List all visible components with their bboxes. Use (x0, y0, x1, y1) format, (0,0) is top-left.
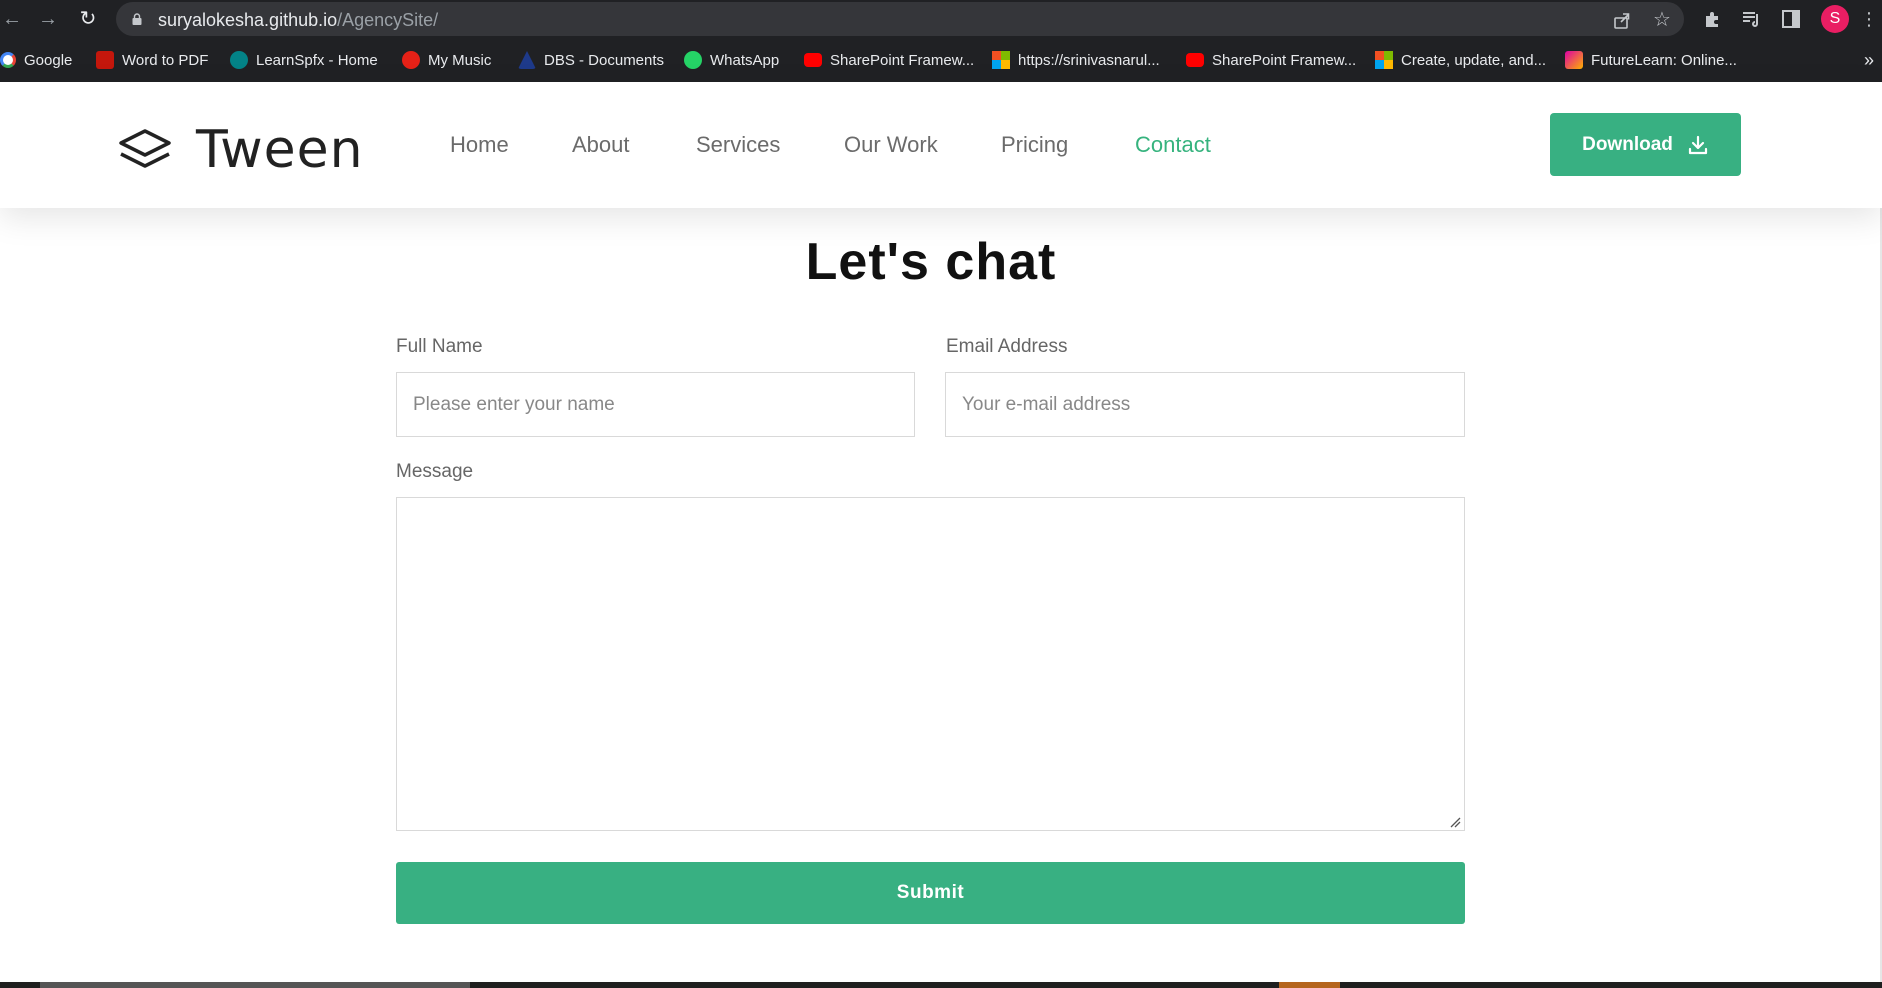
bookmark-label: My Music (428, 51, 492, 69)
submit-button[interactable]: Submit (396, 862, 1465, 924)
bookmark-label: LearnSpfx - Home (256, 51, 378, 69)
bookmark-label: Word to PDF (122, 51, 209, 69)
bookmark-whatsapp[interactable]: WhatsApp (684, 50, 779, 70)
bookmark-futurelearn[interactable]: FutureLearn: Online... (1565, 50, 1737, 70)
bottom-segment (1279, 982, 1340, 988)
download-button[interactable]: Download (1550, 113, 1741, 176)
bookmark-label: https://srinivasnarul... (1018, 51, 1160, 69)
extensions-icon[interactable] (1702, 8, 1724, 30)
nav-about[interactable]: About (572, 132, 630, 158)
microsoft-icon (1375, 51, 1393, 69)
more-bookmarks-icon[interactable]: » (1864, 50, 1874, 70)
youtube-icon (804, 53, 822, 67)
nav-services[interactable]: Services (696, 132, 780, 158)
back-icon[interactable]: ← (0, 7, 24, 31)
pdf-icon (96, 51, 114, 69)
resize-grip-icon[interactable] (1449, 816, 1461, 828)
bookmark-label: WhatsApp (710, 51, 780, 69)
page-title: Let's chat (805, 233, 1057, 291)
bookmark-sharepoint-framework-2[interactable]: SharePoint Framew... (1186, 50, 1356, 70)
email-label: Email Address (946, 336, 1068, 357)
bookmark-create-update[interactable]: Create, update, and... (1375, 50, 1546, 70)
download-button-label: Download (1582, 133, 1673, 155)
brand-name: Tween (196, 120, 364, 180)
full-name-label: Full Name (396, 336, 483, 357)
bookmark-label: SharePoint Framew... (1212, 51, 1357, 69)
address-bar[interactable]: suryalokesha.github.io/AgencySite/ ☆ (116, 2, 1684, 36)
bottom-segment (40, 982, 470, 988)
dbs-icon (518, 51, 536, 69)
url-text[interactable]: suryalokesha.github.io/AgencySite/ (158, 10, 438, 31)
bookmark-my-music[interactable]: My Music (402, 50, 491, 70)
nav-home[interactable]: Home (450, 132, 509, 158)
bookmark-word-to-pdf[interactable]: Word to PDF (96, 50, 208, 70)
message-label: Message (396, 461, 474, 482)
bookmark-dbs-documents[interactable]: DBS - Documents (518, 50, 664, 70)
bookmark-learnspfx[interactable]: LearnSpfx - Home (230, 50, 378, 70)
side-panel-icon[interactable] (1780, 8, 1802, 30)
message-textarea[interactable] (396, 497, 1465, 831)
bookmark-label: Create, update, and... (1401, 51, 1547, 69)
download-icon (1688, 135, 1707, 154)
futurelearn-icon (1565, 51, 1583, 69)
browser-toolbar: ← → ↻ suryalokesha.github.io/AgencySite/… (0, 0, 1882, 38)
bottom-edge (0, 982, 1882, 988)
bookmark-sharepoint-framework-1[interactable]: SharePoint Framew... (804, 50, 974, 70)
media-control-icon[interactable] (1740, 8, 1762, 30)
nav-contact[interactable]: Contact (1135, 132, 1211, 158)
bookmark-label: FutureLearn: Online... (1591, 51, 1737, 69)
bookmark-srinivasnarul[interactable]: https://srinivasnarul... (992, 50, 1160, 70)
google-icon (0, 52, 16, 68)
more-menu-icon[interactable]: ⋮ (1860, 8, 1878, 30)
whatsapp-icon (684, 51, 702, 69)
forward-icon[interactable]: → (36, 7, 60, 31)
url-domain: suryalokesha.github.io (158, 10, 338, 30)
share-icon[interactable] (1612, 10, 1632, 30)
bookmark-label: DBS - Documents (544, 51, 665, 69)
sharepoint-icon (230, 51, 248, 69)
profile-avatar[interactable]: S (1821, 5, 1849, 33)
reload-icon[interactable]: ↻ (76, 7, 100, 31)
bookmark-star-icon[interactable]: ☆ (1652, 10, 1672, 30)
bookmarks-bar: Google Word to PDF LearnSpfx - Home My M… (0, 38, 1882, 82)
url-path: /AgencySite/ (337, 10, 439, 30)
lock-icon[interactable] (132, 13, 142, 25)
bookmark-google[interactable]: Google (0, 50, 72, 70)
full-name-input[interactable] (396, 372, 915, 437)
nav-our-work[interactable]: Our Work (844, 132, 938, 158)
youtube-icon (1186, 53, 1204, 67)
brand-logo[interactable]: Tween (118, 120, 364, 180)
site-header: Tween Home About Services Our Work Prici… (0, 82, 1882, 208)
music-icon (402, 51, 420, 69)
bookmark-label: Google (24, 51, 73, 69)
bookmark-label: SharePoint Framew... (830, 51, 975, 69)
email-input[interactable] (945, 372, 1465, 437)
microsoft-icon (992, 51, 1010, 69)
layers-icon (119, 129, 171, 168)
nav-pricing[interactable]: Pricing (1001, 132, 1068, 158)
